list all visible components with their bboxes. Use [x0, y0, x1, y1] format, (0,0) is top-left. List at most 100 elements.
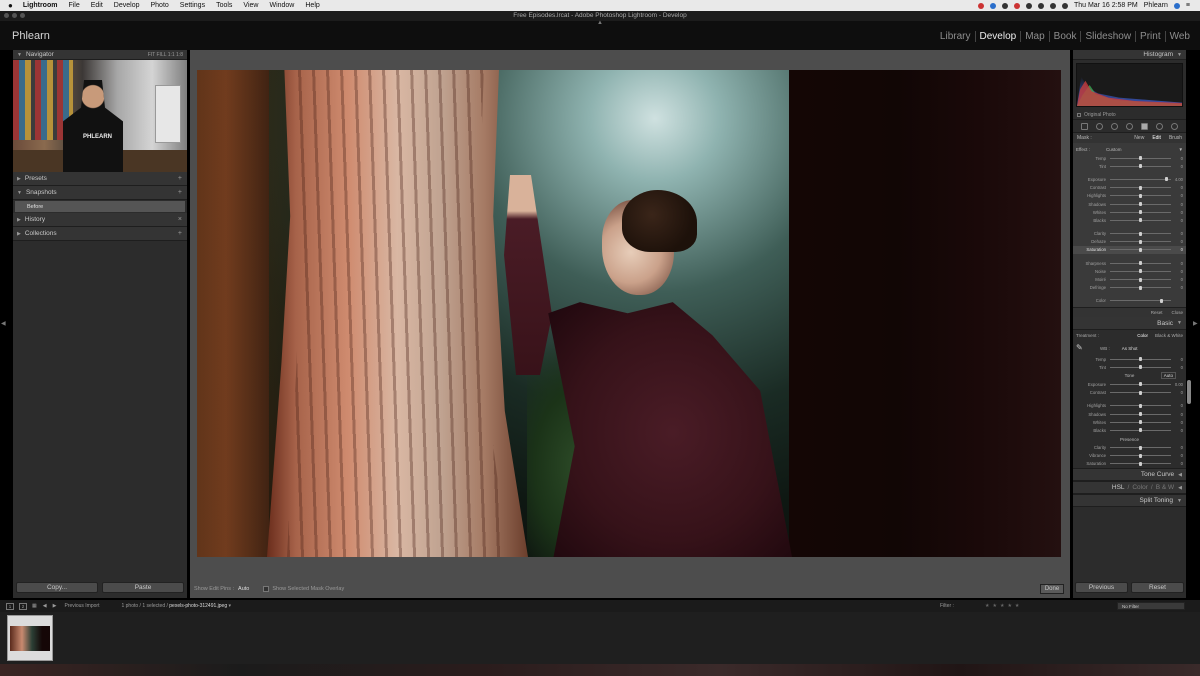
split-toning-header[interactable]: Split Toning ▼	[1073, 494, 1186, 508]
vibrance-slider[interactable]	[1110, 453, 1171, 458]
blacks-slider[interactable]	[1110, 428, 1171, 433]
slider-thumb[interactable]	[1139, 428, 1142, 433]
clarity-value[interactable]: 0	[1171, 445, 1183, 450]
temp-slider[interactable]	[1110, 156, 1171, 161]
filter-dropdown[interactable]: No Filter	[1117, 602, 1185, 610]
slider-thumb[interactable]	[1139, 403, 1142, 408]
menubar-user[interactable]: Phlearn	[1144, 2, 1168, 9]
add-preset-icon[interactable]: +	[178, 175, 182, 182]
slider-thumb[interactable]	[1160, 298, 1164, 303]
temp-slider[interactable]	[1110, 357, 1171, 362]
brush-icon[interactable]	[1171, 122, 1178, 130]
treatment-color[interactable]: Color	[1137, 333, 1148, 338]
tint-value[interactable]: 0	[1171, 365, 1183, 370]
image-display-area[interactable]	[190, 50, 1070, 598]
whites-value[interactable]: 0	[1171, 210, 1183, 215]
snapshots-header[interactable]: ▼ Snapshots +	[13, 186, 187, 200]
exposure-value[interactable]: 4.00	[1171, 177, 1183, 182]
contrast-slider[interactable]	[1110, 390, 1171, 395]
saturation-value[interactable]: 0	[1171, 461, 1183, 466]
slider-thumb[interactable]	[1139, 445, 1142, 450]
noise-value[interactable]: 0	[1171, 269, 1183, 274]
effect-dropdown[interactable]: Custom	[1106, 147, 1179, 152]
menu-file[interactable]: File	[68, 2, 79, 9]
paste-button[interactable]: Paste	[102, 582, 184, 593]
defringe-value[interactable]: 0	[1171, 285, 1183, 290]
slider-thumb[interactable]	[1139, 164, 1142, 169]
treatment-bw[interactable]: Black & White	[1155, 333, 1183, 338]
module-develop[interactable]: Develop	[974, 31, 1021, 42]
slider-thumb[interactable]	[1139, 277, 1142, 282]
dehaze-value[interactable]: 0	[1171, 239, 1183, 244]
add-collection-icon[interactable]: +	[178, 230, 182, 237]
highlights-slider[interactable]	[1110, 193, 1171, 198]
moir--value[interactable]: 0	[1171, 277, 1183, 282]
checkbox-icon[interactable]	[1077, 112, 1081, 117]
red-eye-icon[interactable]	[1126, 122, 1133, 130]
navigator-zoom-options[interactable]: FIT FILL 1:1 1:8	[148, 52, 183, 58]
tray-icon[interactable]	[1013, 2, 1020, 9]
clarity-slider[interactable]	[1110, 445, 1171, 450]
slider-thumb[interactable]	[1139, 382, 1142, 387]
snapshot-item[interactable]: Before	[15, 201, 185, 212]
slider-thumb[interactable]	[1139, 412, 1142, 417]
slider-thumb[interactable]	[1139, 420, 1142, 425]
shadows-value[interactable]: 0	[1171, 412, 1183, 417]
menu-list-icon[interactable]: ≡	[1186, 2, 1190, 9]
menu-settings[interactable]: Settings	[180, 2, 205, 9]
slider-thumb[interactable]	[1139, 357, 1142, 362]
slider-thumb[interactable]	[1139, 247, 1142, 252]
slider-thumb[interactable]	[1139, 453, 1142, 458]
filmstrip-thumbnail[interactable]	[7, 615, 53, 661]
menu-lightroom[interactable]: Lightroom	[23, 2, 58, 9]
left-panel-toggle-icon[interactable]: ◀	[1, 320, 6, 327]
slider-thumb[interactable]	[1139, 210, 1142, 215]
whites-value[interactable]: 0	[1171, 420, 1183, 425]
exposure-slider[interactable]	[1110, 382, 1171, 387]
highlights-value[interactable]: 0	[1171, 193, 1183, 198]
copy-button[interactable]: Copy...	[16, 582, 98, 593]
clarity-slider[interactable]	[1110, 231, 1171, 236]
show-edit-pins[interactable]: Show Edit Pins : Auto	[194, 586, 249, 592]
grid-view-icon[interactable]: ▦	[32, 603, 37, 609]
menu-window[interactable]: Window	[269, 2, 294, 9]
rating-filter[interactable]: ★★★★★	[985, 603, 1022, 609]
module-print[interactable]: Print	[1135, 31, 1165, 42]
spot-removal-icon[interactable]	[1111, 122, 1118, 130]
slider-thumb[interactable]	[1139, 285, 1142, 290]
slider-thumb[interactable]	[1139, 193, 1142, 198]
tray-icon[interactable]	[1025, 2, 1032, 9]
histogram[interactable]	[1076, 63, 1183, 107]
tint-value[interactable]: 0	[1171, 164, 1183, 169]
menu-edit[interactable]: Edit	[91, 2, 103, 9]
shadows-value[interactable]: 0	[1171, 202, 1183, 207]
menu-help[interactable]: Help	[305, 2, 319, 9]
shadows-slider[interactable]	[1110, 202, 1171, 207]
slider-thumb[interactable]	[1139, 390, 1142, 395]
forward-arrow-icon[interactable]: ▶	[53, 603, 57, 609]
slider-thumb[interactable]	[1164, 177, 1168, 182]
dehaze-slider[interactable]	[1110, 239, 1171, 244]
right-panel-toggle-icon[interactable]: ▶	[1193, 320, 1198, 327]
contrast-value[interactable]: 0	[1171, 185, 1183, 190]
mask-close-button[interactable]: Close	[1171, 310, 1183, 315]
collections-header[interactable]: ▶ Collections +	[13, 227, 187, 241]
temp-value[interactable]: 0	[1171, 357, 1183, 362]
tone-curve-header[interactable]: Tone Curve ◀	[1073, 468, 1186, 482]
done-button[interactable]: Done	[1040, 584, 1064, 594]
slider-thumb[interactable]	[1139, 231, 1142, 236]
mask-edit[interactable]: Edit	[1152, 135, 1161, 141]
tint-slider[interactable]	[1110, 365, 1171, 370]
whites-slider[interactable]	[1110, 420, 1171, 425]
saturation-slider[interactable]	[1110, 247, 1171, 252]
battery-icon[interactable]	[1061, 2, 1068, 9]
menu-view[interactable]: View	[243, 2, 258, 9]
mask-overlay-checkbox[interactable]	[263, 586, 270, 592]
saturation-value[interactable]: 0	[1171, 247, 1183, 252]
original-photo-toggle[interactable]: Original Photo	[1073, 110, 1186, 119]
navigator-header[interactable]: ▼ Navigator FIT FILL 1:1 1:8	[13, 50, 187, 60]
main-screen-icon[interactable]: 1	[6, 602, 14, 610]
exposure-value[interactable]: 0.00	[1171, 382, 1183, 387]
mask-new[interactable]: New	[1134, 135, 1144, 141]
color-slider[interactable]	[1110, 298, 1171, 303]
